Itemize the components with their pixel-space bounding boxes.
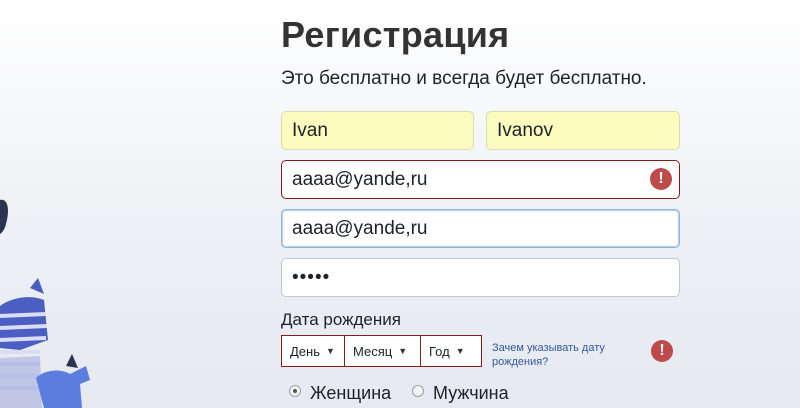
password-input[interactable]: ••••• [281, 258, 680, 297]
gender-male-option[interactable]: Мужчина [412, 383, 509, 404]
male-label: Мужчина [433, 383, 509, 403]
chevron-down-icon: ▼ [326, 346, 335, 356]
month-select-value: Месяц [353, 343, 393, 359]
chevron-down-icon: ▼ [398, 346, 408, 356]
male-radio[interactable] [412, 384, 424, 397]
email-confirm-input[interactable] [281, 209, 680, 248]
year-select-value: Год [429, 343, 450, 359]
illustration-person-with-dog [0, 199, 90, 408]
page-subtitle: Это бесплатно и всегда будет бесплатно. [281, 68, 647, 89]
why-birthday-link[interactable]: Зачем указывать дату рождения? [492, 341, 622, 369]
password-mask: ••••• [292, 266, 331, 288]
birthday-label: Дата рождения [281, 310, 401, 329]
month-select[interactable]: Месяц ▼ [344, 335, 421, 367]
day-select-value: День [290, 343, 320, 359]
page-title: Регистрация [281, 14, 510, 55]
email-input[interactable] [281, 160, 680, 199]
day-select[interactable]: День ▼ [281, 335, 345, 367]
birthday-error-icon[interactable]: ! [651, 340, 673, 362]
female-radio[interactable] [289, 384, 301, 397]
female-label: Женщина [310, 383, 392, 403]
year-select[interactable]: Год ▼ [420, 335, 482, 367]
gender-female-option[interactable]: Женщина [289, 383, 391, 404]
last-name-input[interactable] [486, 111, 680, 150]
birthday-selects: День ▼ Месяц ▼ Год ▼ [281, 335, 482, 367]
email-error-icon[interactable]: ! [650, 168, 672, 190]
first-name-input[interactable] [281, 111, 474, 150]
chevron-down-icon: ▼ [455, 346, 465, 356]
